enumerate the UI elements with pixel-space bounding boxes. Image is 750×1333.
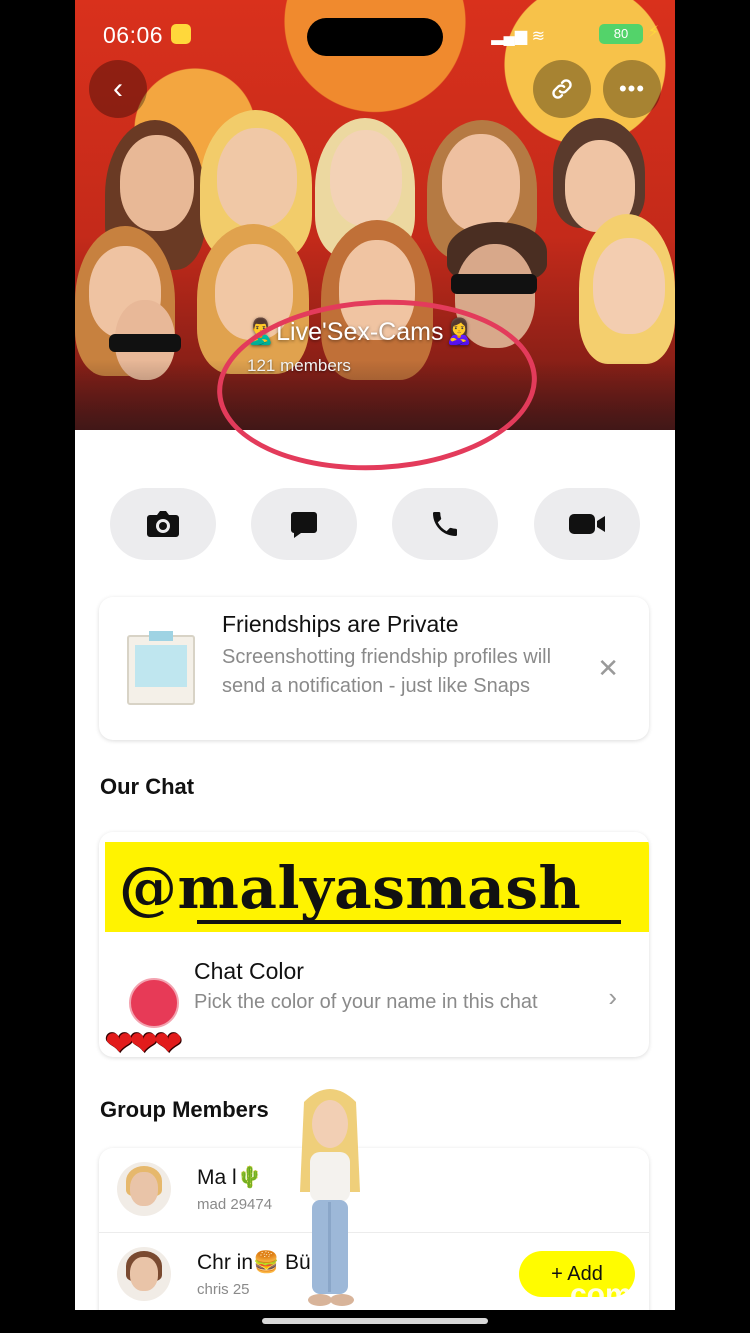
card-body: Screenshotting friendship profiles will … xyxy=(222,646,552,697)
chat-bubble-icon xyxy=(291,512,317,538)
bitmoji-face xyxy=(120,135,194,231)
handle-text: @malyasmash xyxy=(119,854,582,922)
battery-icon: 80 xyxy=(599,24,643,44)
charging-bolt-icon: ⚡ xyxy=(647,24,659,41)
member-row[interactable]: Ma l🌵 mad 29474 xyxy=(99,1148,649,1233)
member-username: mad 29474 xyxy=(197,1196,273,1213)
member-name: Ma l🌵 xyxy=(197,1166,263,1189)
camera-button[interactable] xyxy=(110,488,216,560)
link-icon xyxy=(552,79,572,99)
our-chat-card: @malyasmash Chat Color Pick the color of… xyxy=(99,832,649,1057)
call-button[interactable] xyxy=(392,488,498,560)
phone-screen: 06:06 ▂▄▆ ≋ 80 ⚡ ‹ ••• 🙎‍♂️Live'Sex-Cams… xyxy=(75,0,675,1310)
our-chat-heading: Our Chat xyxy=(100,774,195,799)
sunglasses-icon xyxy=(109,334,181,352)
chat-color-title: Chat Color xyxy=(194,958,304,984)
close-icon[interactable]: ✕ xyxy=(597,653,619,684)
chat-button[interactable] xyxy=(251,488,357,560)
more-options-button[interactable]: ••• xyxy=(603,60,661,118)
tape-decoration xyxy=(149,631,173,641)
handle-sticker: @malyasmash xyxy=(105,842,649,932)
member-username: chris 25 xyxy=(197,1281,250,1298)
bitmoji-face xyxy=(330,130,402,226)
snapchat-ghost-icon xyxy=(171,24,191,44)
bitmoji-face xyxy=(593,238,665,334)
action-buttons xyxy=(110,488,640,560)
home-indicator xyxy=(262,1318,488,1324)
more-dots-icon: ••• xyxy=(618,76,646,101)
card-title: Friendships are Private xyxy=(222,611,459,637)
handle-underline xyxy=(197,920,621,924)
sunglasses-icon xyxy=(451,274,537,294)
status-bar: 06:06 ▂▄▆ ≋ 80 ⚡ xyxy=(75,18,675,56)
avatar-face xyxy=(130,1257,158,1291)
chat-color-subtitle: Pick the color of your name in this chat xyxy=(194,991,538,1013)
hearts-sticker: ❤❤❤ xyxy=(105,1025,182,1063)
status-time: 06:06 xyxy=(103,22,164,48)
watermark-text: com xyxy=(570,1278,632,1311)
bitmoji-face xyxy=(217,128,297,228)
avatar-face xyxy=(130,1172,158,1206)
bitmoji-face xyxy=(442,134,520,232)
chevron-left-icon: ‹ xyxy=(113,72,123,105)
group-members-heading: Group Members xyxy=(100,1097,269,1122)
friendships-private-card: Friendships are Private Screenshotting f… xyxy=(99,597,649,740)
avatar xyxy=(117,1162,171,1216)
camera-icon xyxy=(147,511,179,537)
back-button[interactable]: ‹ xyxy=(89,60,147,118)
dynamic-island xyxy=(307,18,443,56)
friendship-photo-icon xyxy=(127,631,195,705)
standing-bitmoji-sticker xyxy=(300,1089,360,1306)
share-link-button[interactable] xyxy=(533,60,591,118)
chevron-right-icon: › xyxy=(608,982,617,1012)
video-call-button[interactable] xyxy=(534,488,640,560)
video-icon xyxy=(569,514,605,534)
phone-icon xyxy=(433,512,457,536)
ghost-photo xyxy=(135,645,187,687)
signal-wifi-icon: ▂▄▆ ≋ xyxy=(491,28,545,45)
group-members-list: Ma l🌵 mad 29474 Chr in🍔 Bürger chris 25 … xyxy=(99,1148,649,1310)
color-swatch xyxy=(129,978,179,1028)
member-row[interactable]: Chr in🍔 Bürger chris 25 + Add xyxy=(99,1233,649,1310)
avatar xyxy=(117,1247,171,1301)
